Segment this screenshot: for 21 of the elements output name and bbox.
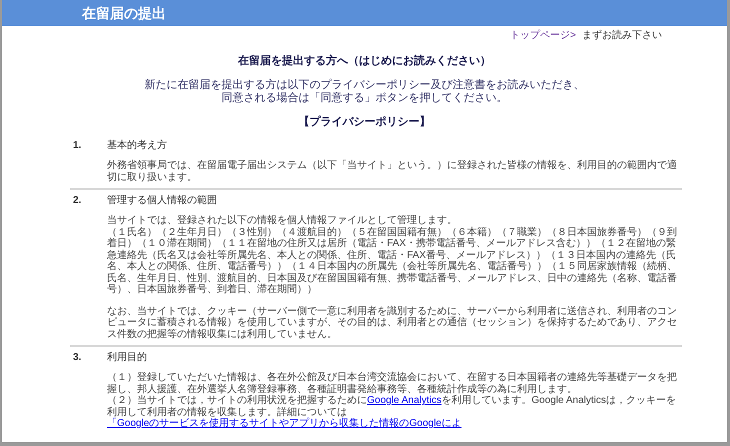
section-number: 1. [72, 139, 82, 152]
breadcrumb-link[interactable]: トップページ> [510, 30, 576, 42]
body-text: 当サイトでは、登録された以下の情報を個人情報ファイルとして管理します。 [107, 215, 458, 226]
section-title: 基本的考え方 [107, 139, 167, 152]
text-link[interactable]: Google Analytics [367, 395, 442, 406]
body-text: なお、当サイトでは、クッキー（サーバー側で一意に利用者を識別するために、サーバーから利用者に送信され、利用者のコンピュータに蓄積される情報）を使用していますが、その目的は、利用者との通信（セッション）を保持するためであり、アクセス件数の把握等の情報収集には利用していません。 [107, 306, 678, 340]
page-title: 在留届の提出 [82, 6, 166, 20]
body-text: （１）登録していただいた情報は、各在外公館及び日本台湾交流協会において、在留する日本国籍者の連絡先等基礎データを把握し、邦人援護、在外選挙人名簿登録事務、各種証明書発給事務等、各種統計作成等の為に利用します。 [107, 372, 678, 394]
section-title: 利用目的 [107, 351, 147, 364]
section-number: 2. [72, 194, 82, 207]
section-number: 3. [72, 351, 82, 364]
body-text: （２）当サイトでは，サイトの利用状況を把握するためにGoogle Analyticsを利用しています。Google Analyticsは，クッキーを利用して利用者の情報を収集します。詳細については 「Googleのサービスを使用するサイトやアプリから収集した情報のGoogleによ [107, 395, 677, 430]
body-text: （１氏名）（２生年月日）（３性別）（４渡航目的）（５在留国国籍有無）（６本籍）（７職業）（８日本国旅券番号）（９到着日）（１０滞在期間）（１１在留地の住所又は居所（電話・FAX・携帯電話番号、メールアドレス含む））（１２在留地の緊急連絡先（氏名又は会社等所属先名、本人との関係、住所、電話・FAX番号、メールアドレス））（１３日本国内の連絡先（氏名、本人との関係、住所、電話番号））（１４日本国内の所属先（会社等所属先名、電話番号））（１５同居家族情報（続柄、氏名、生年月日、性別、渡航目的、日本国及び在留国国籍有無、携帯電話番号、メールアドレス、日中の連絡先（名称、電話番号）、日本国旅券番号、到着日、滞在期間）） [107, 226, 678, 296]
intro-text: 新たに在留届を提出する方は以下のプライバシーポリシー及び注意書をお読みいただき、 [144, 79, 586, 92]
intro-text: 同意される場合は「同意する」ボタンを押してください。 [220, 92, 508, 105]
page-heading: 在留届を提出する方へ（はじめにお読みください） [237, 54, 492, 68]
policy-title: 【プライバシーポリシー】 [298, 115, 432, 129]
section-title: 管理する個人情報の範囲 [107, 194, 217, 207]
breadcrumb-current: まずお読み下さい [582, 30, 662, 42]
body-text: 外務省領事局では、在留届電子届出システム（以下「当サイト」という。）に登録された皆様の情報を、利用目的の範囲内で適切に取り扱います。 [107, 160, 678, 183]
text-link[interactable]: 「Googleのサービスを使用するサイトやアプリから収集した情報のGoogleによ [107, 418, 462, 429]
